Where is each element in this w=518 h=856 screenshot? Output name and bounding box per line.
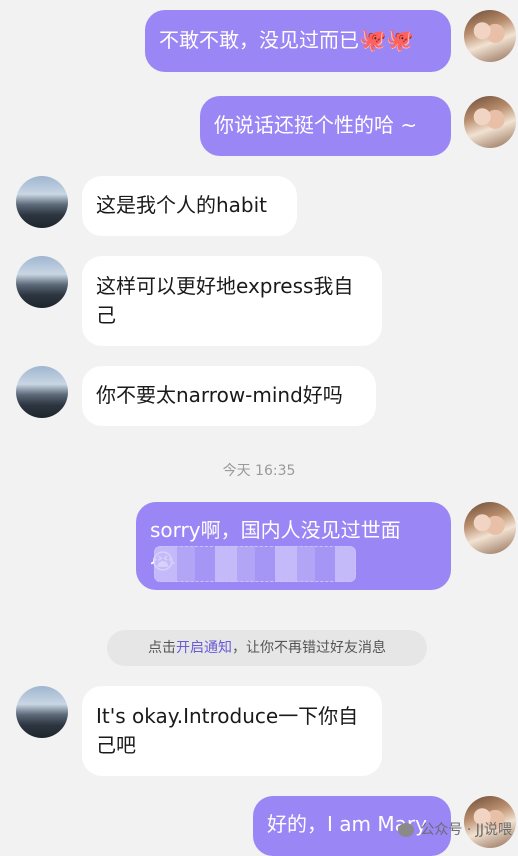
- watermark-text: 公众号 · JJ说喂: [420, 822, 512, 838]
- message-bubble[interactable]: 不敢不敢，没见过而已🐙🐙: [145, 10, 451, 72]
- my-avatar[interactable]: [464, 96, 516, 148]
- message-bubble[interactable]: It's okay.Introduce一下你自己吧: [82, 686, 382, 776]
- message-text: sorry啊，国内人没见过世面: [150, 518, 401, 542]
- message-text: 这是我个人的habit: [96, 193, 268, 217]
- message-bubble[interactable]: 你说话还挺个性的哈 ~: [200, 96, 451, 156]
- message-bubble[interactable]: 这是我个人的habit: [82, 176, 297, 236]
- message-text: 你不要太narrow-mind好吗: [96, 383, 343, 407]
- message-bubble[interactable]: sorry啊，国内人没见过世面 😭: [136, 502, 451, 590]
- notification-prompt: 点击开启通知，让你不再错过好友消息: [107, 630, 427, 666]
- notice-prefix: 点击: [148, 640, 176, 656]
- friend-avatar[interactable]: [16, 256, 68, 308]
- my-avatar[interactable]: [464, 502, 516, 554]
- timestamp: 今天 16:35: [222, 463, 296, 479]
- notice-suffix: ，让你不再错过好友消息: [232, 640, 386, 656]
- wechat-icon: [398, 823, 415, 837]
- friend-avatar[interactable]: [16, 176, 68, 228]
- message-bubble[interactable]: 你不要太narrow-mind好吗: [82, 366, 376, 426]
- enable-notification-link[interactable]: 开启通知: [176, 640, 232, 656]
- message-text: It's okay.Introduce一下你自己吧: [96, 704, 359, 757]
- friend-avatar[interactable]: [16, 366, 68, 418]
- friend-avatar[interactable]: [16, 686, 68, 738]
- message-bubble[interactable]: 这样可以更好地express我自己: [82, 256, 382, 346]
- message-text: 这样可以更好地express我自己: [96, 274, 354, 327]
- watermark: 公众号 · JJ说喂: [398, 819, 512, 839]
- my-avatar[interactable]: [464, 10, 516, 62]
- message-text: 你说话还挺个性的哈 ~: [214, 113, 418, 137]
- message-text: 不敢不敢，没见过而已: [159, 28, 359, 52]
- octopus-emoji-icon: 🐙🐙: [359, 28, 414, 53]
- blurred-sticker: [154, 546, 356, 582]
